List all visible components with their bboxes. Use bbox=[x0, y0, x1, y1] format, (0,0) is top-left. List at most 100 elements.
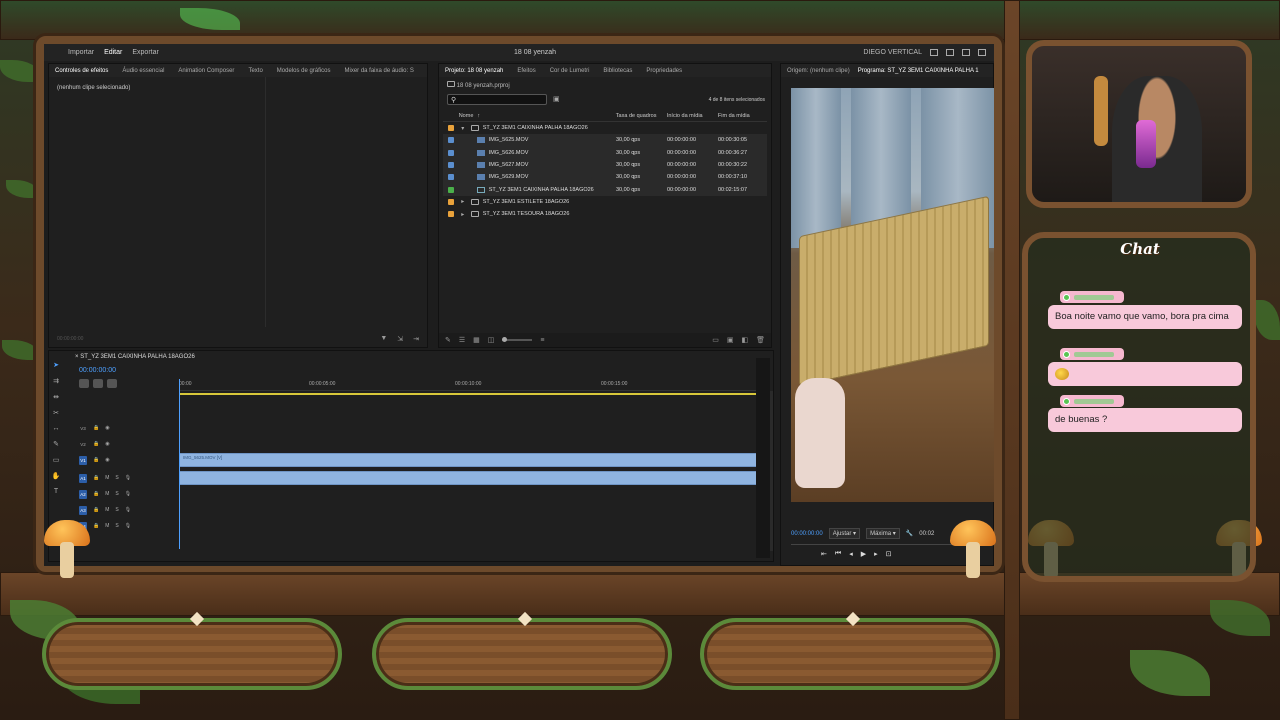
column-framerate[interactable]: Taxa de quadros bbox=[616, 113, 667, 119]
lock-icon[interactable]: 🔒 bbox=[93, 491, 99, 497]
close-icon[interactable]: × bbox=[75, 354, 79, 360]
timeline-timecode[interactable]: 00:00:00:00 bbox=[79, 367, 116, 374]
label-color-swatch[interactable] bbox=[447, 137, 454, 144]
track-label[interactable]: V2 bbox=[79, 440, 87, 449]
table-row[interactable]: ST_YZ 3EM1 CAIXINHA PALHA 18AGO26 30,00 q… bbox=[443, 183, 767, 196]
zoom-slider[interactable] bbox=[502, 337, 533, 342]
hand-icon[interactable]: ✋ bbox=[52, 472, 61, 480]
tab-effect-controls[interactable]: Controles de efeitos bbox=[55, 68, 108, 74]
settings-icon[interactable]: ⇥ bbox=[413, 335, 419, 343]
time-ruler[interactable]: 00:00 00:00:05:00 00:00:10:00 00:00:15:0… bbox=[179, 379, 765, 391]
track-label[interactable]: A1 bbox=[79, 473, 87, 483]
label-color-swatch[interactable] bbox=[447, 198, 454, 205]
eye-icon[interactable]: ◉ bbox=[105, 441, 109, 447]
lock-icon[interactable]: 🔒 bbox=[93, 507, 99, 513]
tab-properties[interactable]: Propriedades bbox=[646, 68, 682, 74]
mic-icon[interactable]: 🎙 bbox=[125, 507, 131, 513]
list-view-icon[interactable]: ☰ bbox=[459, 336, 465, 344]
trash-icon[interactable]: 🗑 bbox=[756, 336, 765, 344]
rectangle-icon[interactable]: ▭ bbox=[53, 456, 60, 464]
column-media-start[interactable]: Início da mídia bbox=[667, 113, 718, 119]
track-select-icon[interactable]: ⇉ bbox=[53, 377, 59, 385]
label-color-swatch[interactable] bbox=[447, 125, 454, 132]
frame-forward-icon[interactable]: ▸ bbox=[874, 550, 878, 558]
import-tab[interactable]: Importar bbox=[68, 49, 94, 56]
step-back-icon[interactable]: ⏮ bbox=[835, 550, 841, 558]
workspace-name[interactable]: DIEGO VERTICAL bbox=[863, 49, 922, 56]
table-row[interactable]: IMG_5626.MOV 30,00 qps 00:00:00:00 00:00:36… bbox=[443, 146, 767, 159]
tab-program[interactable]: Programa: ST_YZ 3EM1 CAIXINHA PALHA 1 bbox=[858, 68, 979, 74]
eye-icon[interactable]: ◉ bbox=[105, 425, 109, 431]
track-label[interactable]: V1 bbox=[79, 455, 87, 465]
lock-icon[interactable]: 🔒 bbox=[93, 523, 99, 529]
solo-button[interactable]: S bbox=[115, 507, 118, 513]
linked-icon[interactable] bbox=[107, 379, 117, 388]
playhead[interactable] bbox=[179, 379, 180, 549]
solo-button[interactable]: S bbox=[115, 523, 118, 529]
eye-icon[interactable]: ◉ bbox=[105, 457, 109, 463]
solo-button[interactable]: S bbox=[115, 475, 118, 481]
mark-in-icon[interactable]: ⇤ bbox=[821, 550, 827, 558]
sequence-tab[interactable]: × ST_YZ 3EM1 CAIXINHA PALHA 18AGO26 bbox=[49, 351, 773, 363]
track-label[interactable]: A3 bbox=[79, 505, 87, 515]
track-label[interactable]: V3 bbox=[79, 424, 87, 433]
program-timecode[interactable]: 00:00:00:00 bbox=[791, 531, 823, 537]
fit-dropdown[interactable]: Ajustar ▾ bbox=[828, 528, 861, 539]
table-row[interactable]: ▾ ST_YZ 3EM1 CAIXINHA PALHA 18AGO26 bbox=[443, 122, 767, 134]
lock-icon[interactable]: 🔒 bbox=[93, 441, 99, 447]
column-name[interactable]: Nome ↑ bbox=[459, 113, 616, 119]
type-icon[interactable]: T bbox=[54, 488, 58, 495]
tab-audio-mixer[interactable]: Mixer da faixa de áudio: S bbox=[344, 68, 413, 74]
search-icon[interactable] bbox=[978, 49, 986, 56]
column-media-end[interactable]: Fim da mídia bbox=[718, 113, 767, 119]
mute-button[interactable]: M bbox=[105, 507, 109, 513]
automate-icon[interactable]: ▭ bbox=[712, 336, 719, 344]
tab-graphics-templates[interactable]: Modelos de gráficos bbox=[277, 68, 331, 74]
tab-source[interactable]: Origem: (nenhum clipe) bbox=[787, 68, 850, 74]
audio-clip[interactable] bbox=[179, 471, 761, 485]
tab-essential-audio[interactable]: Áudio essencial bbox=[122, 68, 164, 74]
lock-icon[interactable]: 🔒 bbox=[93, 475, 99, 481]
chevron-down-icon[interactable]: ▾ bbox=[459, 125, 467, 132]
tab-text[interactable]: Texto bbox=[248, 68, 262, 74]
mic-icon[interactable]: 🎙 bbox=[125, 475, 131, 481]
export-tab[interactable]: Exportar bbox=[132, 49, 158, 56]
workspace-icon[interactable] bbox=[930, 49, 938, 56]
lock-icon[interactable]: 🔒 bbox=[93, 457, 99, 463]
table-row[interactable]: IMG_5629.MOV 30,00 qps 00:00:00:00 00:00:37… bbox=[443, 171, 767, 184]
new-bin-icon[interactable]: ▣ bbox=[553, 95, 560, 103]
sort-icon[interactable]: ≡ bbox=[540, 337, 544, 344]
solo-button[interactable]: S bbox=[115, 491, 118, 497]
mic-icon[interactable]: 🎙 bbox=[125, 491, 131, 497]
ripple-edit-icon[interactable]: ⇹ bbox=[53, 393, 59, 401]
filter-icon[interactable]: ▼ bbox=[380, 335, 387, 343]
freeform-view-icon[interactable]: ◫ bbox=[488, 336, 495, 344]
selection-tool-icon[interactable]: ➤ bbox=[53, 361, 59, 369]
fullscreen-icon[interactable] bbox=[962, 49, 970, 56]
table-row[interactable]: ▸ ST_YZ 3EM1 ESTILETE 18AGO26 bbox=[443, 196, 767, 208]
play-icon[interactable]: ▶ bbox=[861, 550, 866, 558]
tab-libraries[interactable]: Bibliotecas bbox=[603, 68, 632, 74]
tab-effects[interactable]: Efeitos bbox=[517, 68, 535, 74]
tab-project[interactable]: Projeto: 18 08 yenzah bbox=[445, 68, 503, 74]
pen-icon[interactable]: ✎ bbox=[53, 440, 59, 448]
quick-export-icon[interactable] bbox=[946, 49, 954, 56]
icon-view-icon[interactable]: ▦ bbox=[473, 336, 480, 344]
label-color-swatch[interactable] bbox=[447, 174, 454, 181]
quality-dropdown[interactable]: Máxima ▾ bbox=[866, 528, 900, 539]
edit-tab[interactable]: Editar bbox=[104, 49, 122, 56]
mic-icon[interactable]: 🎙 bbox=[125, 523, 131, 529]
razor-icon[interactable]: ✂ bbox=[53, 409, 59, 417]
new-item-icon[interactable]: ◧ bbox=[741, 336, 748, 344]
chevron-right-icon[interactable]: ▸ bbox=[459, 198, 467, 205]
frame-back-icon[interactable]: ◂ bbox=[849, 550, 853, 558]
tab-animation-composer[interactable]: Animation Composer bbox=[178, 68, 234, 74]
project-search-input[interactable]: ⚲ bbox=[447, 94, 547, 105]
nest-icon[interactable] bbox=[79, 379, 89, 388]
export-frame-icon[interactable]: ⊡ bbox=[886, 550, 892, 558]
slip-icon[interactable]: ↔ bbox=[53, 425, 60, 432]
mute-button[interactable]: M bbox=[105, 523, 109, 529]
export-frame-icon[interactable]: ⇲ bbox=[397, 335, 403, 343]
label-color-swatch[interactable] bbox=[447, 162, 454, 169]
label-color-swatch[interactable] bbox=[447, 186, 454, 193]
